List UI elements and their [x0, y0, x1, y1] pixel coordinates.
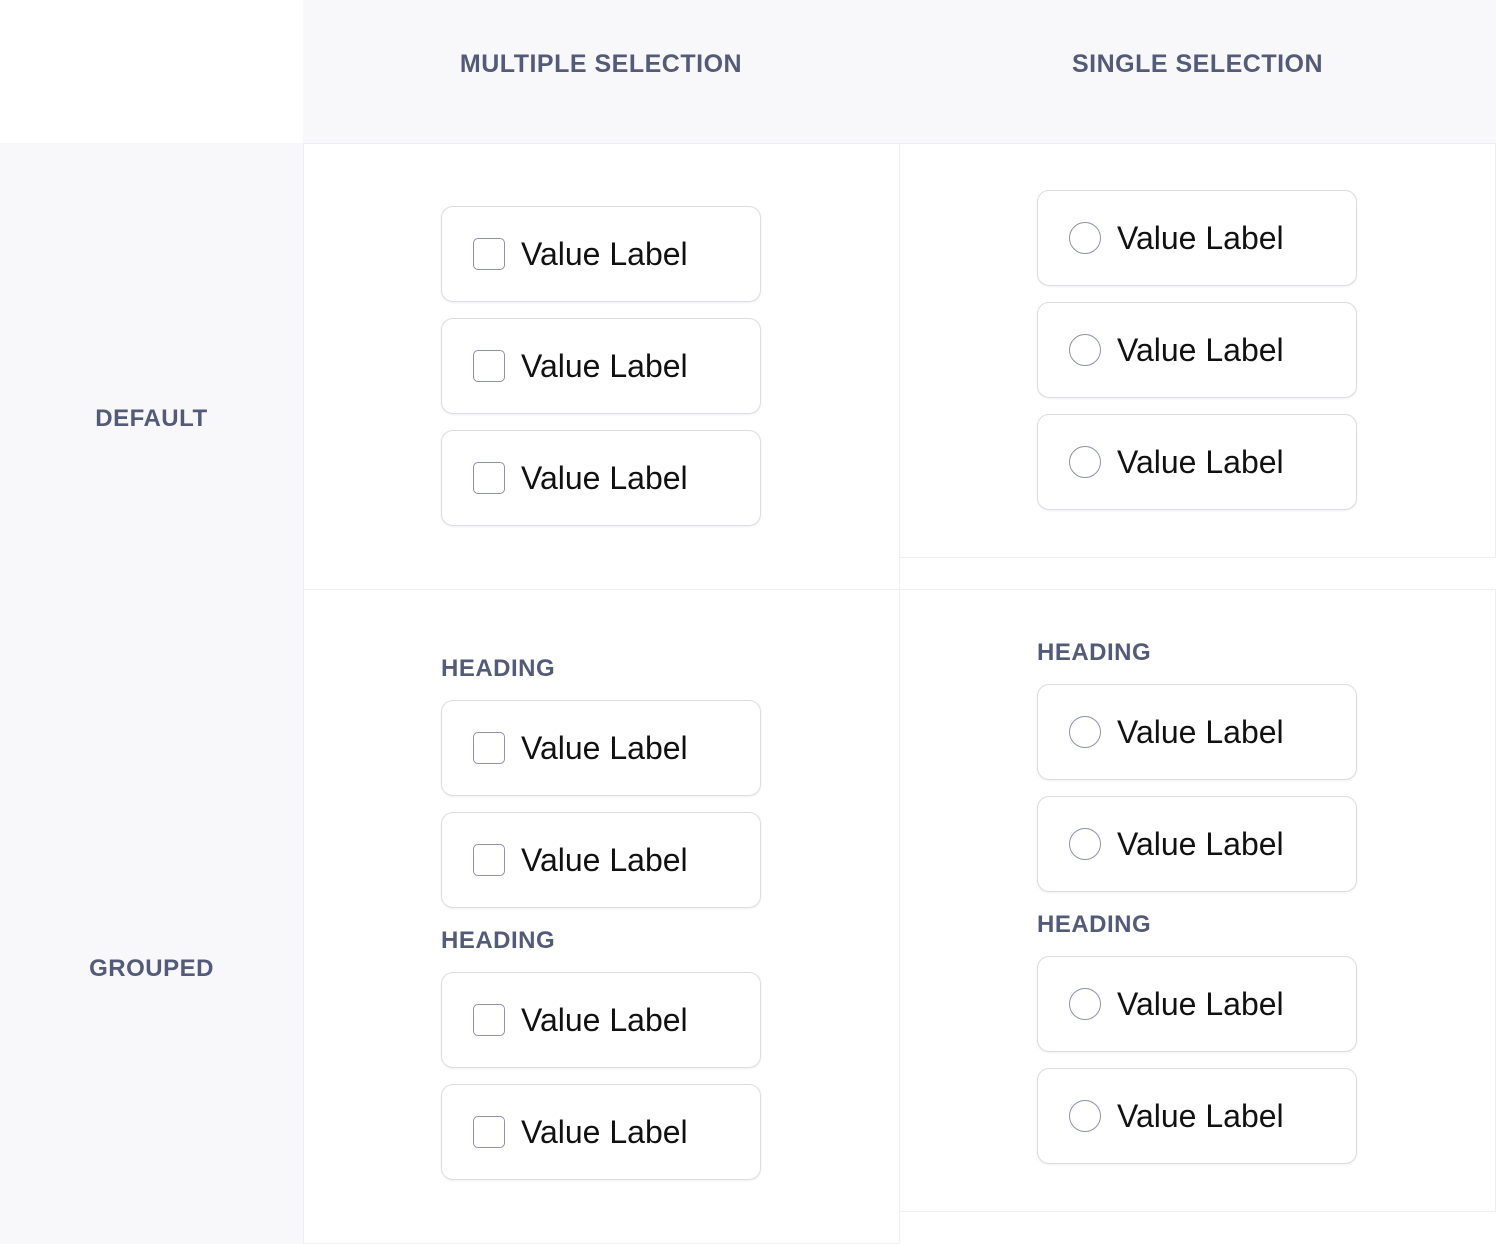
- row-label-grouped: GROUPED: [89, 955, 214, 982]
- option-label: Value Label: [1117, 985, 1284, 1022]
- checkbox-icon[interactable]: [473, 844, 505, 876]
- option-label: Value Label: [1117, 443, 1284, 480]
- radio-icon[interactable]: [1069, 222, 1101, 254]
- option-label: Value Label: [1117, 713, 1284, 750]
- option-label: Value Label: [1117, 219, 1284, 256]
- radio-option[interactable]: Value Label: [1037, 190, 1357, 286]
- checkbox-icon[interactable]: [473, 732, 505, 764]
- option-label: Value Label: [521, 235, 688, 272]
- radio-icon[interactable]: [1069, 334, 1101, 366]
- checkbox-option[interactable]: Value Label: [441, 206, 761, 302]
- radio-option[interactable]: Value Label: [1037, 684, 1357, 780]
- checkbox-icon[interactable]: [473, 462, 505, 494]
- group-heading: HEADING: [441, 655, 556, 682]
- row-header-bar: [0, 143, 303, 1244]
- checkbox-icon[interactable]: [473, 1004, 505, 1036]
- radio-option[interactable]: Value Label: [1037, 956, 1357, 1052]
- checkbox-option[interactable]: Value Label: [441, 318, 761, 414]
- checkbox-option[interactable]: Value Label: [441, 430, 761, 526]
- checkbox-option[interactable]: Value Label: [441, 1084, 761, 1180]
- radio-icon[interactable]: [1069, 716, 1101, 748]
- radio-option[interactable]: Value Label: [1037, 302, 1357, 398]
- option-label: Value Label: [521, 841, 688, 878]
- option-label: Value Label: [521, 347, 688, 384]
- radio-option[interactable]: Value Label: [1037, 1068, 1357, 1164]
- option-label: Value Label: [521, 729, 688, 766]
- radio-icon[interactable]: [1069, 828, 1101, 860]
- group-heading: HEADING: [441, 927, 556, 954]
- option-label: Value Label: [1117, 825, 1284, 862]
- radio-icon[interactable]: [1069, 988, 1101, 1020]
- group-heading: HEADING: [1037, 639, 1152, 666]
- group-heading: HEADING: [1037, 911, 1152, 938]
- column-label-multiple-selection: MULTIPLE SELECTION: [459, 50, 743, 78]
- option-label: Value Label: [521, 459, 688, 496]
- option-label: Value Label: [521, 1113, 688, 1150]
- radio-icon[interactable]: [1069, 1100, 1101, 1132]
- radio-option[interactable]: Value Label: [1037, 414, 1357, 510]
- checkbox-option[interactable]: Value Label: [441, 812, 761, 908]
- checkbox-option[interactable]: Value Label: [441, 972, 761, 1068]
- option-label: Value Label: [1117, 1097, 1284, 1134]
- row-label-default: DEFAULT: [95, 405, 208, 432]
- checkbox-icon[interactable]: [473, 238, 505, 270]
- option-label: Value Label: [1117, 331, 1284, 368]
- radio-option[interactable]: Value Label: [1037, 796, 1357, 892]
- option-label: Value Label: [521, 1001, 688, 1038]
- column-label-single-selection: SINGLE SELECTION: [1071, 50, 1324, 78]
- checkbox-icon[interactable]: [473, 1116, 505, 1148]
- checkbox-option[interactable]: Value Label: [441, 700, 761, 796]
- checkbox-icon[interactable]: [473, 350, 505, 382]
- radio-icon[interactable]: [1069, 446, 1101, 478]
